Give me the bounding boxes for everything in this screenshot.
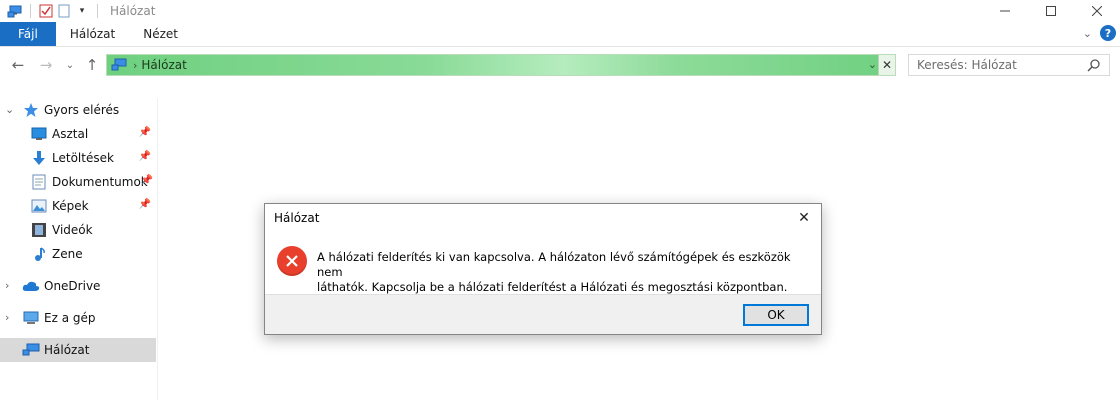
- sidebar-item-music[interactable]: Zene: [0, 242, 157, 266]
- pin-icon[interactable]: 📌: [139, 127, 151, 138]
- search-icon[interactable]: [1087, 58, 1101, 75]
- pin-icon[interactable]: 📌: [141, 175, 153, 186]
- quick-access-toolbar: ▾: [0, 0, 104, 22]
- error-icon: [277, 246, 307, 276]
- pin-icon[interactable]: 📌: [139, 151, 151, 162]
- back-button[interactable]: ←: [8, 54, 28, 76]
- cloud-icon: [22, 277, 40, 295]
- address-dropdown-icon[interactable]: ⌄: [868, 58, 877, 71]
- forward-button[interactable]: →: [36, 54, 56, 76]
- pin-icon[interactable]: 📌: [139, 199, 151, 210]
- sidebar-item-documents[interactable]: Dokumentumok 📌: [0, 170, 157, 194]
- explorer-window: ▾ Hálózat Fájl Hálózat Nézet ⌄ ? ← → ⌄ ↑…: [0, 0, 1120, 400]
- dialog-message-line: láthatók. Kapcsolja be a hálózati felder…: [317, 280, 788, 294]
- tab-file[interactable]: Fájl: [0, 22, 56, 46]
- sidebar-item-label: Ez a gép: [44, 311, 96, 325]
- toolbar-divider: [30, 4, 31, 18]
- sidebar-item-videos[interactable]: Videók: [0, 218, 157, 242]
- title-divider: [97, 4, 98, 18]
- window-controls: [982, 0, 1120, 22]
- dialog-close-button[interactable]: ✕: [787, 204, 821, 232]
- sidebar-item-network[interactable]: Hálózat: [0, 338, 156, 362]
- sidebar-item-pictures[interactable]: Képek 📌: [0, 194, 157, 218]
- window-title: Hálózat: [110, 4, 156, 18]
- expand-chevron-icon[interactable]: ›: [5, 311, 17, 324]
- sidebar-item-label: Zene: [52, 247, 83, 261]
- sidebar-item-label: Asztal: [52, 127, 89, 141]
- document-icon: [30, 173, 48, 191]
- ok-button[interactable]: OK: [743, 304, 809, 326]
- recent-locations-button[interactable]: ⌄: [60, 54, 80, 76]
- sidebar-item-label: Hálózat: [44, 343, 90, 357]
- sidebar-item-onedrive[interactable]: › OneDrive: [0, 274, 157, 298]
- new-folder-icon[interactable]: [55, 2, 73, 20]
- maximize-button[interactable]: [1028, 0, 1074, 22]
- sidebar-item-label: Videók: [52, 223, 93, 237]
- computer-icon: [22, 309, 40, 327]
- breadcrumb-location[interactable]: Hálózat: [141, 58, 186, 72]
- sidebar-item-this-pc[interactable]: › Ez a gép: [0, 306, 157, 330]
- dialog-message-line: A hálózati felderítés ki van kapcsolva. …: [317, 250, 791, 279]
- dialog-footer: OK: [265, 294, 821, 334]
- expand-chevron-icon[interactable]: ›: [5, 279, 17, 292]
- sidebar-item-label: OneDrive: [44, 279, 101, 293]
- network-discovery-dialog: Hálózat ✕ A hálózati felderítés ki van k…: [264, 203, 822, 335]
- expand-ribbon-icon[interactable]: ⌄: [1083, 27, 1092, 40]
- breadcrumb-chevron-icon[interactable]: ›: [133, 59, 137, 72]
- search-input[interactable]: Keresés: Hálózat: [908, 54, 1110, 76]
- address-bar[interactable]: › Hálózat ⌄ ✕: [106, 54, 896, 76]
- properties-icon[interactable]: [37, 2, 55, 20]
- address-row: ← → ⌄ ↑ › Hálózat ⌄ ✕ Keresés: Hálózat: [0, 52, 1120, 78]
- network-icon: [22, 341, 40, 359]
- sidebar-item-downloads[interactable]: Letöltések 📌: [0, 146, 157, 170]
- tab-network[interactable]: Hálózat: [56, 22, 129, 46]
- customize-toolbar-icon[interactable]: ▾: [73, 2, 91, 20]
- title-bar: ▾ Hálózat: [0, 0, 1120, 22]
- address-close-icon[interactable]: ✕: [878, 55, 895, 75]
- sidebar-item-desktop[interactable]: Asztal 📌: [0, 122, 157, 146]
- download-icon: [30, 149, 48, 167]
- help-icon[interactable]: ?: [1100, 25, 1116, 41]
- pictures-icon: [30, 197, 48, 215]
- network-location-icon: [109, 56, 129, 74]
- collapse-chevron-icon[interactable]: ⌄: [5, 103, 17, 116]
- navigation-pane: ⌄ Gyors elérés Asztal 📌 Letöltések 📌 Dok…: [0, 98, 158, 400]
- sidebar-item-label: Dokumentumok: [52, 175, 148, 189]
- close-window-button[interactable]: [1074, 0, 1120, 22]
- dialog-body: A hálózati felderítés ki van kapcsolva. …: [265, 234, 821, 294]
- minimize-button[interactable]: [982, 0, 1028, 22]
- tab-view[interactable]: Nézet: [129, 22, 192, 46]
- video-icon: [30, 221, 48, 239]
- ribbon-tabs: Fájl Hálózat Nézet ⌄ ?: [0, 22, 1120, 47]
- sidebar-item-label: Letöltések: [52, 151, 114, 165]
- star-icon: [22, 101, 40, 119]
- desktop-icon: [30, 125, 48, 143]
- sidebar-item-quick-access[interactable]: ⌄ Gyors elérés: [0, 98, 157, 122]
- up-button[interactable]: ↑: [82, 54, 102, 76]
- music-icon: [30, 245, 48, 263]
- search-placeholder: Keresés: Hálózat: [917, 58, 1017, 72]
- dialog-title: Hálózat: [274, 211, 320, 225]
- network-app-icon[interactable]: [6, 2, 24, 20]
- sidebar-item-label: Képek: [52, 199, 89, 213]
- dialog-message: A hálózati felderítés ki van kapcsolva. …: [317, 250, 807, 295]
- ribbon-controls: ⌄ ?: [1083, 25, 1116, 41]
- sidebar-item-label: Gyors elérés: [44, 103, 120, 117]
